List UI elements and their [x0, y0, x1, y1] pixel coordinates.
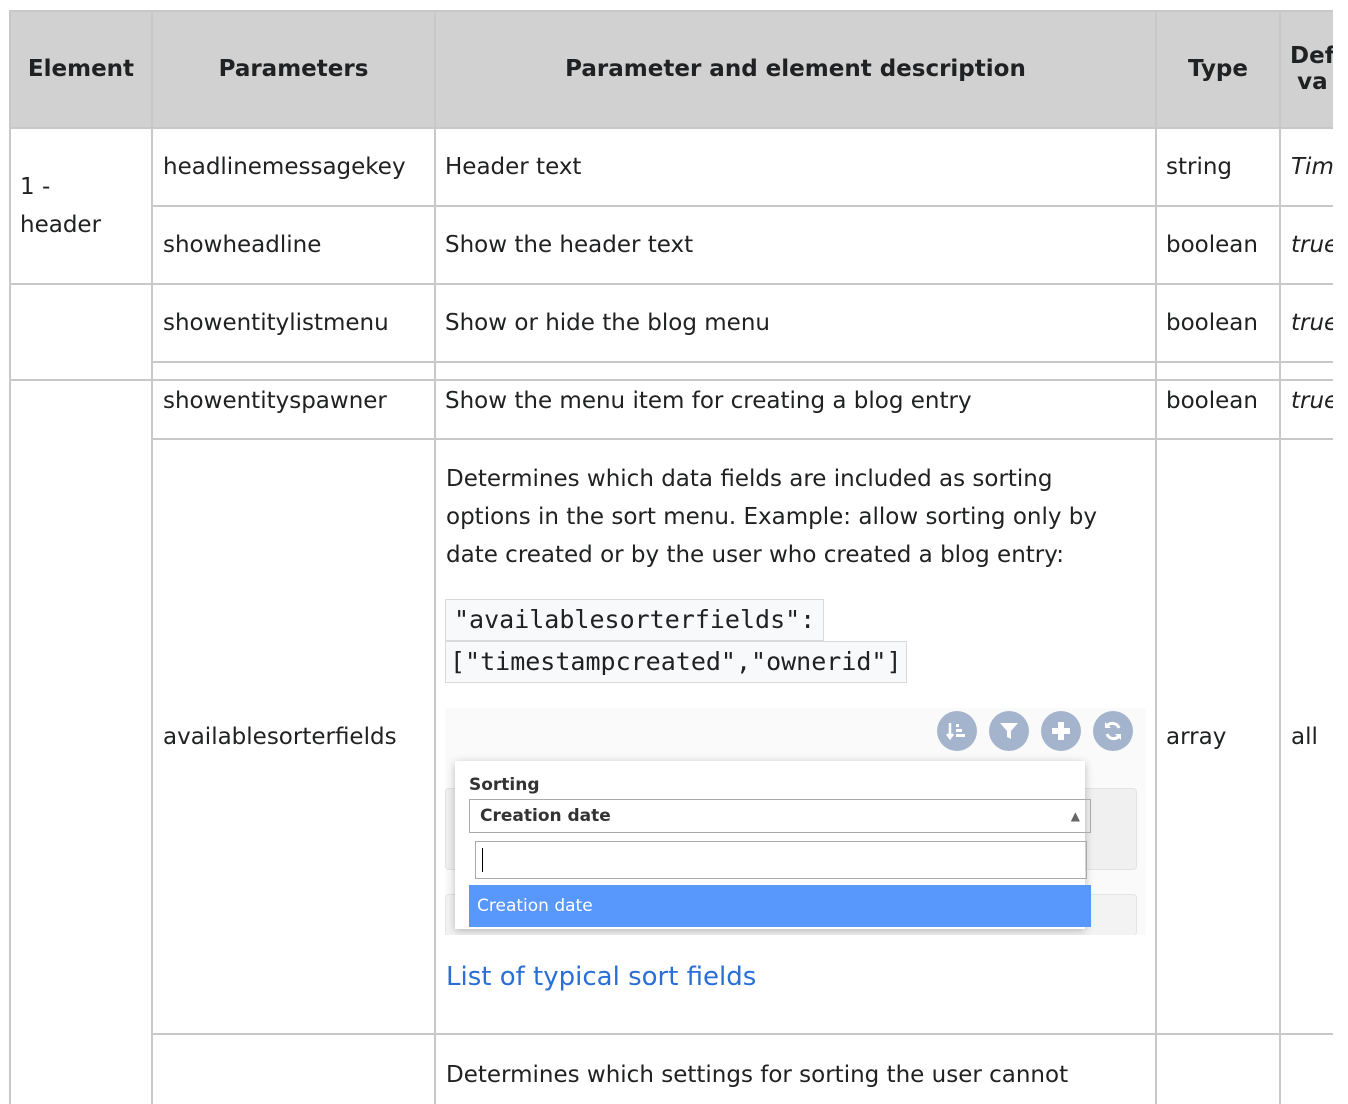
default-tim: Tim [1291, 153, 1333, 180]
default-true: true [1291, 309, 1333, 336]
header-description: Parameter and element description [435, 11, 1156, 127]
sort-menu-screenshot: Sorting Creation date ▲ Creation date [445, 708, 1146, 935]
sorting-label: Sorting [469, 775, 540, 795]
type-array: array [1166, 724, 1227, 750]
header-element: Element [10, 11, 152, 127]
type-boolean: boolean [1166, 309, 1258, 336]
desc-blog-menu: Show or hide the blog menu [445, 309, 770, 336]
code-example: "availablesorterfields": ["timestampcrea… [445, 599, 907, 683]
sort-panel: Sorting Creation date ▲ Creation date [455, 761, 1091, 929]
filter-icon [989, 711, 1029, 751]
header-type: Type [1156, 11, 1280, 127]
element-header-cell: 1 - header [20, 174, 102, 238]
desc-sorting-settings: Determines which settings for sorting th… [446, 1062, 1069, 1088]
type-boolean: boolean [1166, 388, 1258, 414]
param-showheadline: showheadline [163, 231, 322, 258]
desc-create-entry: Show the menu item for creating a blog e… [445, 388, 972, 414]
type-string: string [1166, 153, 1233, 180]
desc-header-text: Header text [445, 153, 582, 180]
sort-option[interactable]: Creation date [469, 885, 1091, 927]
refresh-icon [1093, 711, 1133, 751]
sort-fields-link[interactable]: List of typical sort fields [446, 962, 756, 992]
sort-select[interactable]: Creation date ▲ [469, 799, 1091, 833]
desc-show-header: Show the header text [445, 231, 694, 258]
desc-sorter-fields: Determines which data fields are include… [446, 466, 1098, 568]
type-boolean: boolean [1166, 231, 1258, 258]
param-showentityspawner: showentityspawner [163, 388, 387, 414]
sort-icon [937, 711, 977, 751]
header-default: Def va [1280, 11, 1333, 127]
default-true: true [1291, 231, 1333, 258]
caret-up-icon: ▲ [1070, 809, 1080, 823]
plus-icon [1041, 711, 1081, 751]
param-availablesorterfields: availablesorterfields [163, 724, 397, 750]
param-showentitylistmenu: showentitylistmenu [163, 309, 389, 336]
header-parameters: Parameters [152, 11, 435, 127]
parameter-table: Element Parameters Parameter and element… [0, 0, 1333, 1104]
sort-search-input[interactable] [475, 841, 1087, 879]
param-headlinemessagekey: headlinemessagekey [163, 153, 406, 180]
default-all: all [1291, 724, 1318, 750]
default-true: true [1291, 388, 1333, 414]
